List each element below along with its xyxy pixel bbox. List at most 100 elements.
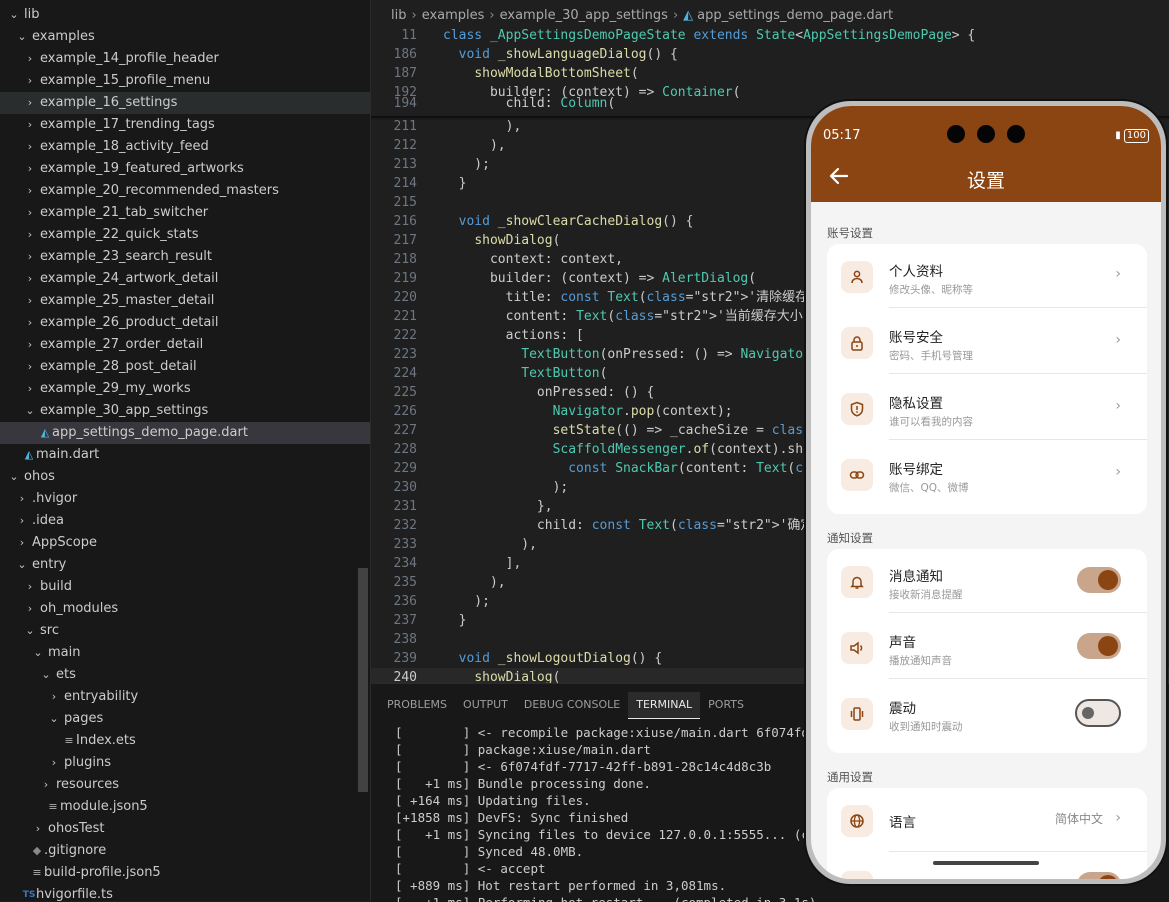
settings-item-subtitle: 播放通知声音 — [889, 655, 952, 667]
tree-folder[interactable]: ⌄ ohos — [0, 466, 370, 488]
tree-folder[interactable]: › oh_modules — [0, 598, 370, 620]
tree-folder[interactable]: › example_29_my_works — [0, 378, 370, 400]
tree-folder[interactable]: › example_15_profile_menu — [0, 70, 370, 92]
settings-item[interactable]: 自动播放视频 — [827, 854, 1147, 879]
chevron-down-icon: ⌄ — [9, 8, 19, 21]
chevron-right-icon: › — [27, 184, 33, 197]
tree-folder[interactable]: › example_18_activity_feed — [0, 136, 370, 158]
section-title: 通知设置 — [827, 531, 873, 545]
tab-terminal[interactable]: TERMINAL — [628, 692, 701, 719]
breadcrumb-item[interactable]: examples — [422, 8, 485, 23]
settings-item[interactable]: 个人资料 修改头像、昵称等 › — [827, 244, 1147, 308]
tree-folder[interactable]: › plugins — [0, 752, 370, 774]
camera-icon — [947, 125, 965, 143]
tree-folder[interactable]: ⌄ pages — [0, 708, 370, 730]
code-line[interactable]: 186 void _showLanguageDialog() { — [371, 45, 1169, 64]
tree-file[interactable]: ≡ module.json5 — [0, 796, 370, 818]
settings-item[interactable]: 账号绑定 微信、QQ、微博 › — [827, 442, 1147, 506]
tree-folder[interactable]: ⌄ examples — [0, 26, 370, 48]
chevron-right-icon: › — [27, 338, 33, 351]
tab-debug-console[interactable]: DEBUG CONSOLE — [516, 692, 628, 718]
settings-item-title: 隐私设置 — [889, 396, 943, 412]
tree-folder[interactable]: › example_27_order_detail — [0, 334, 370, 356]
tree-folder[interactable]: ⌄ ets — [0, 664, 370, 686]
tree-folder[interactable]: › .idea — [0, 510, 370, 532]
code-text: context: context, — [443, 252, 624, 267]
tree-folder[interactable]: › build — [0, 576, 370, 598]
code-line[interactable]: 187 showModalBottomSheet( — [371, 64, 1169, 83]
chevron-down-icon: ⌄ — [9, 470, 19, 483]
toggle-switch[interactable] — [1077, 567, 1121, 593]
tree-file[interactable]: TS hvigorfile.ts — [0, 884, 370, 901]
settings-item-title: 声音 — [889, 635, 916, 651]
tree-folder[interactable]: › example_26_product_detail — [0, 312, 370, 334]
tree-folder[interactable]: › example_28_post_detail — [0, 356, 370, 378]
breadcrumb-item[interactable]: app_settings_demo_page.dart — [697, 8, 893, 23]
line-number: 227 — [393, 423, 417, 438]
settings-item-subtitle: 修改头像、昵称等 — [889, 284, 973, 296]
line-number: 194 — [393, 96, 417, 111]
icon-box — [841, 261, 873, 293]
explorer-scrollbar[interactable] — [358, 568, 368, 792]
tree-folder[interactable]: ⌄ src — [0, 620, 370, 642]
toggle-switch[interactable] — [1075, 699, 1121, 727]
settings-item[interactable]: 声音 播放通知声音 — [827, 615, 1147, 679]
line-number: 234 — [393, 556, 417, 571]
tree-folder[interactable]: › example_14_profile_header — [0, 48, 370, 70]
tree-folder[interactable]: ⌄ lib — [0, 4, 370, 26]
code-line[interactable]: 11 class _AppSettingsDemoPageState extend… — [371, 26, 1169, 45]
tree-folder[interactable]: › .hvigor — [0, 488, 370, 510]
tree-folder[interactable]: › resources — [0, 774, 370, 796]
tree-file[interactable]: ◭ app_settings_demo_page.dart — [0, 422, 370, 444]
tree-folder[interactable]: › example_21_tab_switcher — [0, 202, 370, 224]
tree-file[interactable]: ◭ main.dart — [0, 444, 370, 466]
settings-item[interactable]: 语言 简体中文 › — [827, 788, 1147, 852]
tree-folder[interactable]: › example_24_artwork_detail — [0, 268, 370, 290]
tab-ports[interactable]: PORTS — [700, 692, 752, 718]
chevron-right-icon: › — [27, 162, 33, 175]
settings-item[interactable]: 账号安全 密码、手机号管理 › — [827, 310, 1147, 374]
chevron-right-icon: › — [27, 294, 33, 307]
git-file-icon: ◆ — [32, 844, 42, 857]
tree-item-label: lib — [24, 7, 40, 22]
tree-folder[interactable]: ⌄ entry — [0, 554, 370, 576]
tree-folder[interactable]: ⌄ main — [0, 642, 370, 664]
toggle-switch[interactable] — [1077, 872, 1121, 879]
tree-folder[interactable]: › example_23_search_result — [0, 246, 370, 268]
code-text: actions: [ — [443, 328, 584, 343]
breadcrumb-item[interactable]: example_30_app_settings — [500, 8, 668, 23]
code-text: } — [443, 613, 467, 628]
tree-folder[interactable]: › example_17_trending_tags — [0, 114, 370, 136]
tree-folder[interactable]: › example_16_settings — [0, 92, 370, 114]
chevron-right-icon: › — [35, 822, 41, 835]
settings-item[interactable]: 消息通知 接收新消息提醒 — [827, 549, 1147, 613]
tree-folder[interactable]: › ohosTest — [0, 818, 370, 840]
tree-item-label: example_29_my_works — [40, 381, 191, 396]
tree-file[interactable]: ≡ build-profile.json5 — [0, 862, 370, 884]
tree-file[interactable]: ◆ .gitignore — [0, 840, 370, 862]
code-text: child: Column( — [443, 96, 616, 111]
toggle-switch[interactable] — [1077, 633, 1121, 659]
tree-file[interactable]: ≡ Index.ets — [0, 730, 370, 752]
camera-icon — [1007, 125, 1025, 143]
settings-item[interactable]: 隐私设置 谁可以看我的内容 › — [827, 376, 1147, 440]
tree-folder[interactable]: › example_19_featured_artworks — [0, 158, 370, 180]
tree-folder[interactable]: ⌄ example_30_app_settings — [0, 400, 370, 422]
settings-item[interactable]: 震动 收到通知时震动 — [827, 681, 1147, 745]
tree-folder[interactable]: › example_25_master_detail — [0, 290, 370, 312]
tree-folder[interactable]: › entryability — [0, 686, 370, 708]
home-indicator[interactable] — [933, 861, 1039, 865]
icon-box — [841, 327, 873, 359]
breadcrumb-item[interactable]: lib — [391, 8, 406, 23]
tab-problems[interactable]: PROBLEMS — [379, 692, 455, 718]
terminal-line: [ +164 ms] Updating files. — [395, 793, 591, 808]
line-number: 229 — [393, 461, 417, 476]
code-text: onPressed: () { — [443, 385, 655, 400]
tree-folder[interactable]: › AppScope — [0, 532, 370, 554]
tree-folder[interactable]: › example_22_quick_stats — [0, 224, 370, 246]
tree-folder[interactable]: › example_20_recommended_masters — [0, 180, 370, 202]
tab-output[interactable]: OUTPUT — [455, 692, 516, 718]
chevron-right-icon: › — [27, 602, 33, 615]
battery-icon: ▮ 100 — [1115, 129, 1149, 143]
line-number: 235 — [393, 575, 417, 590]
